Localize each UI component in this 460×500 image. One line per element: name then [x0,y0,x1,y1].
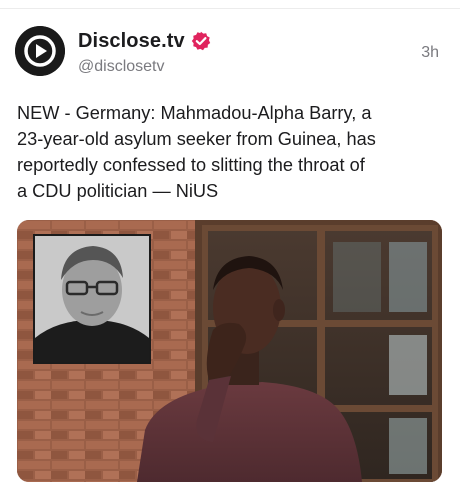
post-photo [17,220,442,482]
post-view: Disclose.tv @disclosetv 3h NEW - Germany… [0,0,460,500]
post-text: NEW - Germany: Mahmadou-Alpha Barry, a 2… [17,103,376,201]
display-name[interactable]: Disclose.tv [78,30,185,53]
name-row: Disclose.tv [78,29,211,53]
timestamp[interactable]: 3h [421,44,439,62]
post-image[interactable] [17,220,442,482]
divider [0,8,460,9]
verified-badge-icon [191,31,211,51]
handle[interactable]: @disclosetv [78,58,211,76]
post-header: Disclose.tv @disclosetv 3h [15,26,445,84]
play-logo-icon [15,26,65,76]
avatar[interactable] [15,26,65,76]
author-block: Disclose.tv @disclosetv [78,29,211,76]
